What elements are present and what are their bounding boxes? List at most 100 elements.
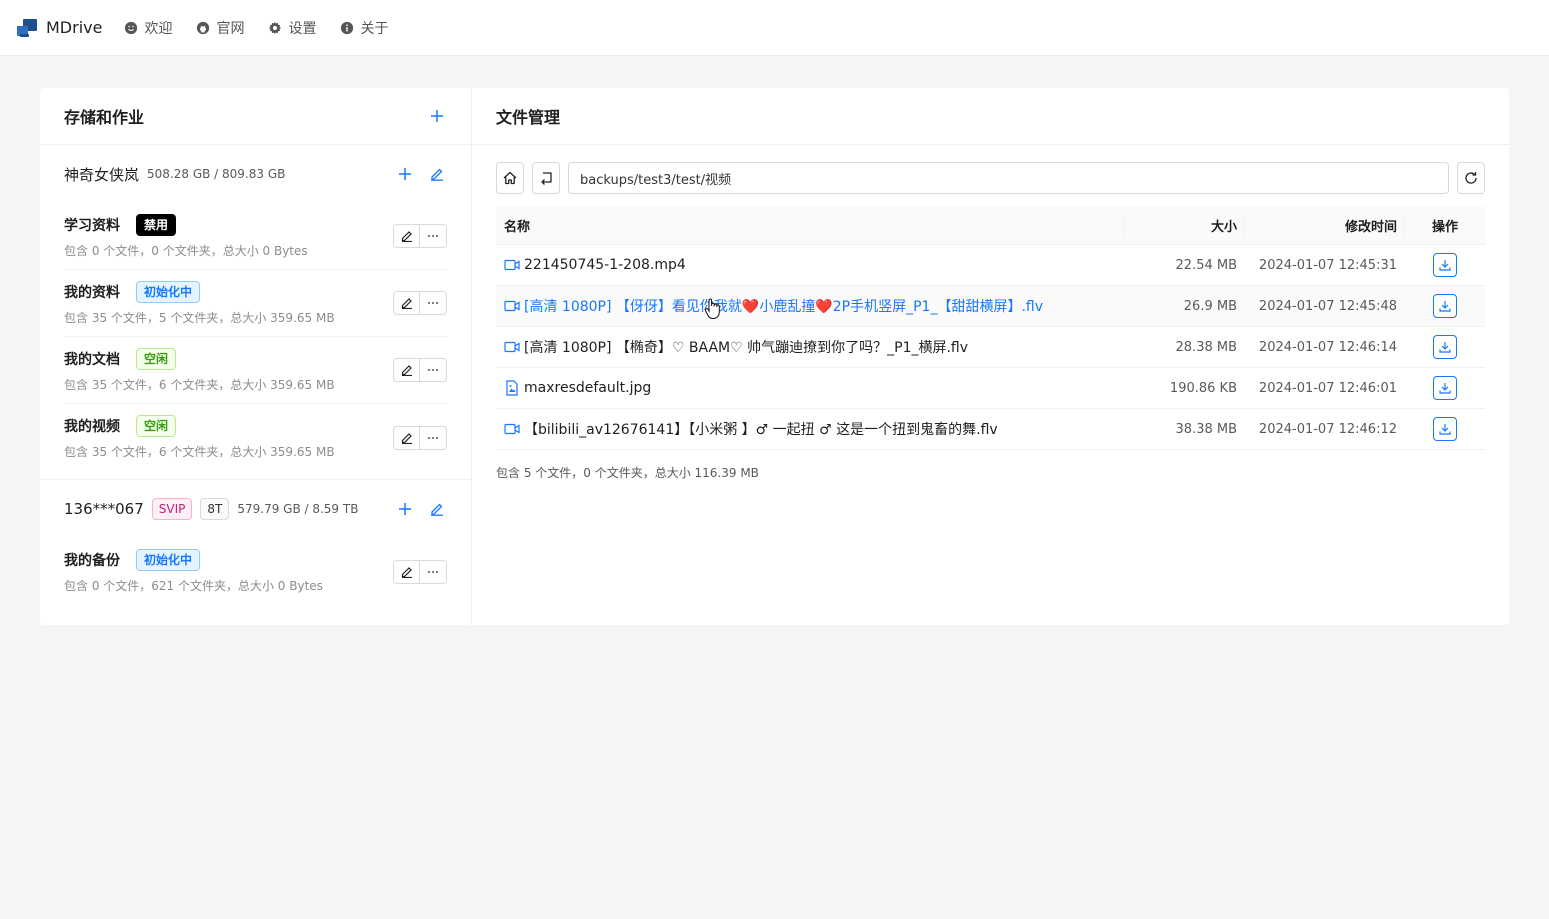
job-item: 我的备份 初始化中 包含 0 个文件，621 个文件夹，总大小 0 Bytes <box>64 538 447 605</box>
edit-job-button[interactable] <box>393 559 420 584</box>
video-icon <box>504 300 520 312</box>
nav-website[interactable]: 官网 <box>196 18 244 38</box>
file-name[interactable]: maxresdefault.jpg <box>524 380 651 396</box>
add-job-button[interactable] <box>395 499 415 519</box>
video-icon <box>504 259 520 271</box>
download-button[interactable] <box>1433 253 1457 277</box>
path-input[interactable] <box>568 162 1449 194</box>
edit-drive-button[interactable] <box>427 164 447 184</box>
brand-name: MDrive <box>46 18 103 37</box>
job-name: 我的资料 <box>64 284 120 301</box>
refresh-icon <box>1465 172 1477 184</box>
refresh-button[interactable] <box>1457 162 1485 194</box>
file-name[interactable]: [高清 1080P] 【椭奇】♡ BAAM♡ 帅气蹦迪撩到你了吗？_P1_横屏.… <box>524 337 968 357</box>
file-time: 2024-01-07 12:46:14 <box>1258 339 1397 355</box>
video-icon <box>504 341 520 353</box>
job-item: 学习资料 禁用 包含 0 个文件，0 个文件夹，总大小 0 Bytes <box>64 203 447 270</box>
file-manager-header: 文件管理 <box>472 88 1509 145</box>
file-size: 28.38 MB <box>1175 339 1237 355</box>
table-row[interactable]: maxresdefault.jpg 190.86 KB 2024-01-07 1… <box>496 368 1485 409</box>
edit-job-button[interactable] <box>393 291 420 315</box>
storage-panel: 存储和作业 神奇女侠岚 508.28 GB / 809.83 GB 学习资料 禁… <box>40 88 472 625</box>
add-storage-button[interactable] <box>427 106 447 126</box>
job-name: 我的备份 <box>64 553 120 569</box>
nav-settings-label: 设置 <box>288 20 317 37</box>
drive-size: 579.79 GB / 8.59 TB <box>237 502 359 516</box>
more-button[interactable] <box>420 358 447 382</box>
status-badge: 初始化中 <box>136 280 201 303</box>
column-time-header[interactable]: 修改时间 <box>1245 213 1405 236</box>
file-size: 22.54 MB <box>1175 257 1237 273</box>
edit-job-button[interactable] <box>393 358 420 382</box>
download-button[interactable] <box>1433 335 1457 359</box>
edit-job-button[interactable] <box>393 425 420 450</box>
table-row[interactable]: 221450745-1-208.mp4 22.54 MB 2024-01-07 … <box>496 245 1485 286</box>
file-size: 38.38 MB <box>1175 421 1237 437</box>
mdrive-logo-icon <box>17 18 37 37</box>
file-name[interactable]: 【bilibili_av12676141】【小米粥 】♂ 一起扭 ♂ 这是一个扭… <box>524 419 998 439</box>
info-icon <box>341 21 354 34</box>
file-name[interactable]: 221450745-1-208.mp4 <box>524 257 686 273</box>
more-button[interactable] <box>420 224 447 248</box>
download-icon <box>1439 342 1451 353</box>
nav-about[interactable]: 关于 <box>340 18 388 38</box>
more-button[interactable] <box>420 425 447 450</box>
file-time: 2024-01-07 12:46:12 <box>1258 421 1397 437</box>
brand[interactable]: MDrive <box>16 18 102 38</box>
edit-icon <box>401 298 412 309</box>
edit-job-button[interactable] <box>393 224 420 248</box>
download-icon <box>1439 301 1451 312</box>
edit-drive-button[interactable] <box>427 499 447 519</box>
job-description: 包含 35 个文件，6 个文件夹，总大小 359.65 MB <box>64 377 335 392</box>
download-icon <box>1439 424 1451 435</box>
more-button[interactable] <box>420 291 447 315</box>
job-name: 我的视频 <box>64 419 120 435</box>
drive-header: 136***067 SVIP 8T 579.79 GB / 8.59 TB <box>64 480 447 538</box>
column-size-header[interactable]: 大小 <box>1125 213 1245 236</box>
nav-settings[interactable]: 设置 <box>268 18 316 38</box>
download-button[interactable] <box>1433 376 1457 400</box>
file-time: 2024-01-07 12:46:01 <box>1258 380 1397 396</box>
svip-tag: SVIP <box>151 498 193 520</box>
back-button[interactable] <box>532 162 560 194</box>
folder-summary: 包含 5 个文件，0 个文件夹，总大小 116.39 MB <box>496 466 759 480</box>
file-time: 2024-01-07 12:45:31 <box>1258 257 1397 273</box>
column-name-header[interactable]: 名称 <box>496 213 1125 236</box>
download-button[interactable] <box>1433 294 1457 318</box>
edit-icon <box>431 168 443 181</box>
table-row[interactable]: 【bilibili_av12676141】【小米粥 】♂ 一起扭 ♂ 这是一个扭… <box>496 409 1485 450</box>
drive-section: 神奇女侠岚 508.28 GB / 809.83 GB 学习资料 禁用 包含 0… <box>40 145 471 471</box>
status-badge: 初始化中 <box>136 549 201 571</box>
add-job-button[interactable] <box>395 164 415 184</box>
file-time: 2024-01-07 12:45:48 <box>1258 298 1397 314</box>
table-row[interactable]: [高清 1080P] 【椭奇】♡ BAAM♡ 帅气蹦迪撩到你了吗？_P1_横屏.… <box>496 327 1485 368</box>
file-manager-title: 文件管理 <box>496 108 561 127</box>
job-item: 我的资料 初始化中 包含 35 个文件，5 个文件夹，总大小 359.65 MB <box>64 270 447 337</box>
download-button[interactable] <box>1433 417 1457 441</box>
drive-name: 神奇女侠岚 <box>64 165 140 184</box>
job-item: 我的视频 空闲 包含 35 个文件，6 个文件夹，总大小 359.65 MB <box>64 404 447 471</box>
file-manager-panel: 文件管理 名称 大小 修改时间 操作 <box>472 88 1509 625</box>
drive-header: 神奇女侠岚 508.28 GB / 809.83 GB <box>64 145 447 203</box>
ellipsis-icon <box>428 570 438 573</box>
file-size: 190.86 KB <box>1169 380 1237 396</box>
status-badge: 禁用 <box>136 213 177 236</box>
table-row[interactable]: [高清 1080P] 【伢伢】看见你我就❤️小鹿乱撞❤️2P手机竖屏_P1_【甜… <box>496 286 1485 327</box>
nav-about-label: 关于 <box>360 20 389 37</box>
home-button[interactable] <box>496 162 524 194</box>
file-size: 26.9 MB <box>1183 298 1237 314</box>
file-table: 名称 大小 修改时间 操作 221450745-1-208.mp4 22.54 … <box>496 206 1485 481</box>
gear-icon <box>269 21 282 34</box>
more-button[interactable] <box>420 559 447 584</box>
nav-welcome-label: 欢迎 <box>144 20 173 37</box>
image-file-icon <box>506 380 518 396</box>
back-icon <box>541 172 552 185</box>
job-name: 我的文档 <box>64 351 120 368</box>
path-toolbar <box>496 162 1485 194</box>
status-badge: 空闲 <box>136 347 177 370</box>
file-name[interactable]: [高清 1080P] 【伢伢】看见你我就❤️小鹿乱撞❤️2P手机竖屏_P1_【甜… <box>524 296 1043 316</box>
nav-welcome[interactable]: 欢迎 <box>124 18 172 38</box>
plus-icon <box>399 168 411 180</box>
drive-name: 136***067 <box>64 500 144 518</box>
plus-icon <box>399 503 411 515</box>
